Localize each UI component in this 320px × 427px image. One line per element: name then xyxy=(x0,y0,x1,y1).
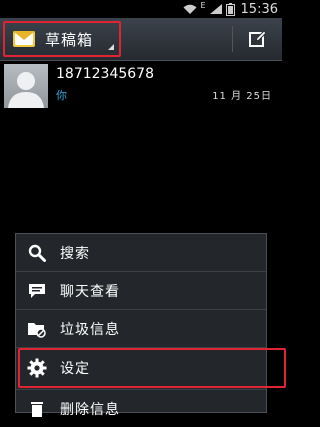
folder-selector[interactable]: 草稿箱 xyxy=(3,21,121,57)
menu-item-label: 设定 xyxy=(60,361,90,377)
chat-icon xyxy=(26,280,48,302)
folder-title: 草稿箱 xyxy=(45,30,94,49)
clock: 15:36 xyxy=(240,1,278,17)
search-icon xyxy=(26,242,48,264)
status-bar: E 15:36 xyxy=(0,0,282,18)
menu-item-label: 搜索 xyxy=(60,245,90,262)
menu-item-label: 垃圾信息 xyxy=(60,321,120,338)
contact-silhouette-icon xyxy=(8,72,44,108)
signal-icon xyxy=(209,4,222,14)
action-bar: 草稿箱 xyxy=(0,18,282,61)
network-type-label: E xyxy=(200,0,206,10)
menu-item-delete[interactable]: 删除信息 xyxy=(16,390,266,427)
menu-item-settings[interactable]: 设定 xyxy=(18,348,286,388)
menu-item-spam[interactable]: 垃圾信息 xyxy=(16,310,266,347)
spam-folder-icon xyxy=(26,318,48,340)
compose-button[interactable] xyxy=(240,24,276,54)
options-menu: 搜索 聊天查看 垃圾信息 设定 删除信息 xyxy=(15,233,286,418)
menu-item-label: 聊天查看 xyxy=(60,283,120,300)
divider xyxy=(232,26,233,52)
status-icons: E 15:36 xyxy=(183,0,278,18)
mail-icon xyxy=(13,31,35,47)
menu-item-search[interactable]: 搜索 xyxy=(16,234,266,271)
dropdown-arrow-icon xyxy=(108,44,114,50)
message-date: 11 月 25日 xyxy=(212,91,272,102)
delete-icon xyxy=(26,398,48,420)
battery-icon xyxy=(225,2,235,16)
message-row[interactable]: 18712345678 你 11 月 25日 xyxy=(0,61,282,109)
gear-icon xyxy=(26,357,48,379)
menu-item-chat-view[interactable]: 聊天查看 xyxy=(16,272,266,309)
compose-icon xyxy=(249,30,267,47)
avatar xyxy=(4,64,48,108)
message-preview: 你 xyxy=(56,89,67,102)
wifi-icon xyxy=(183,4,197,14)
contact-number: 18712345678 xyxy=(56,66,154,82)
menu-item-label: 删除信息 xyxy=(60,401,120,418)
